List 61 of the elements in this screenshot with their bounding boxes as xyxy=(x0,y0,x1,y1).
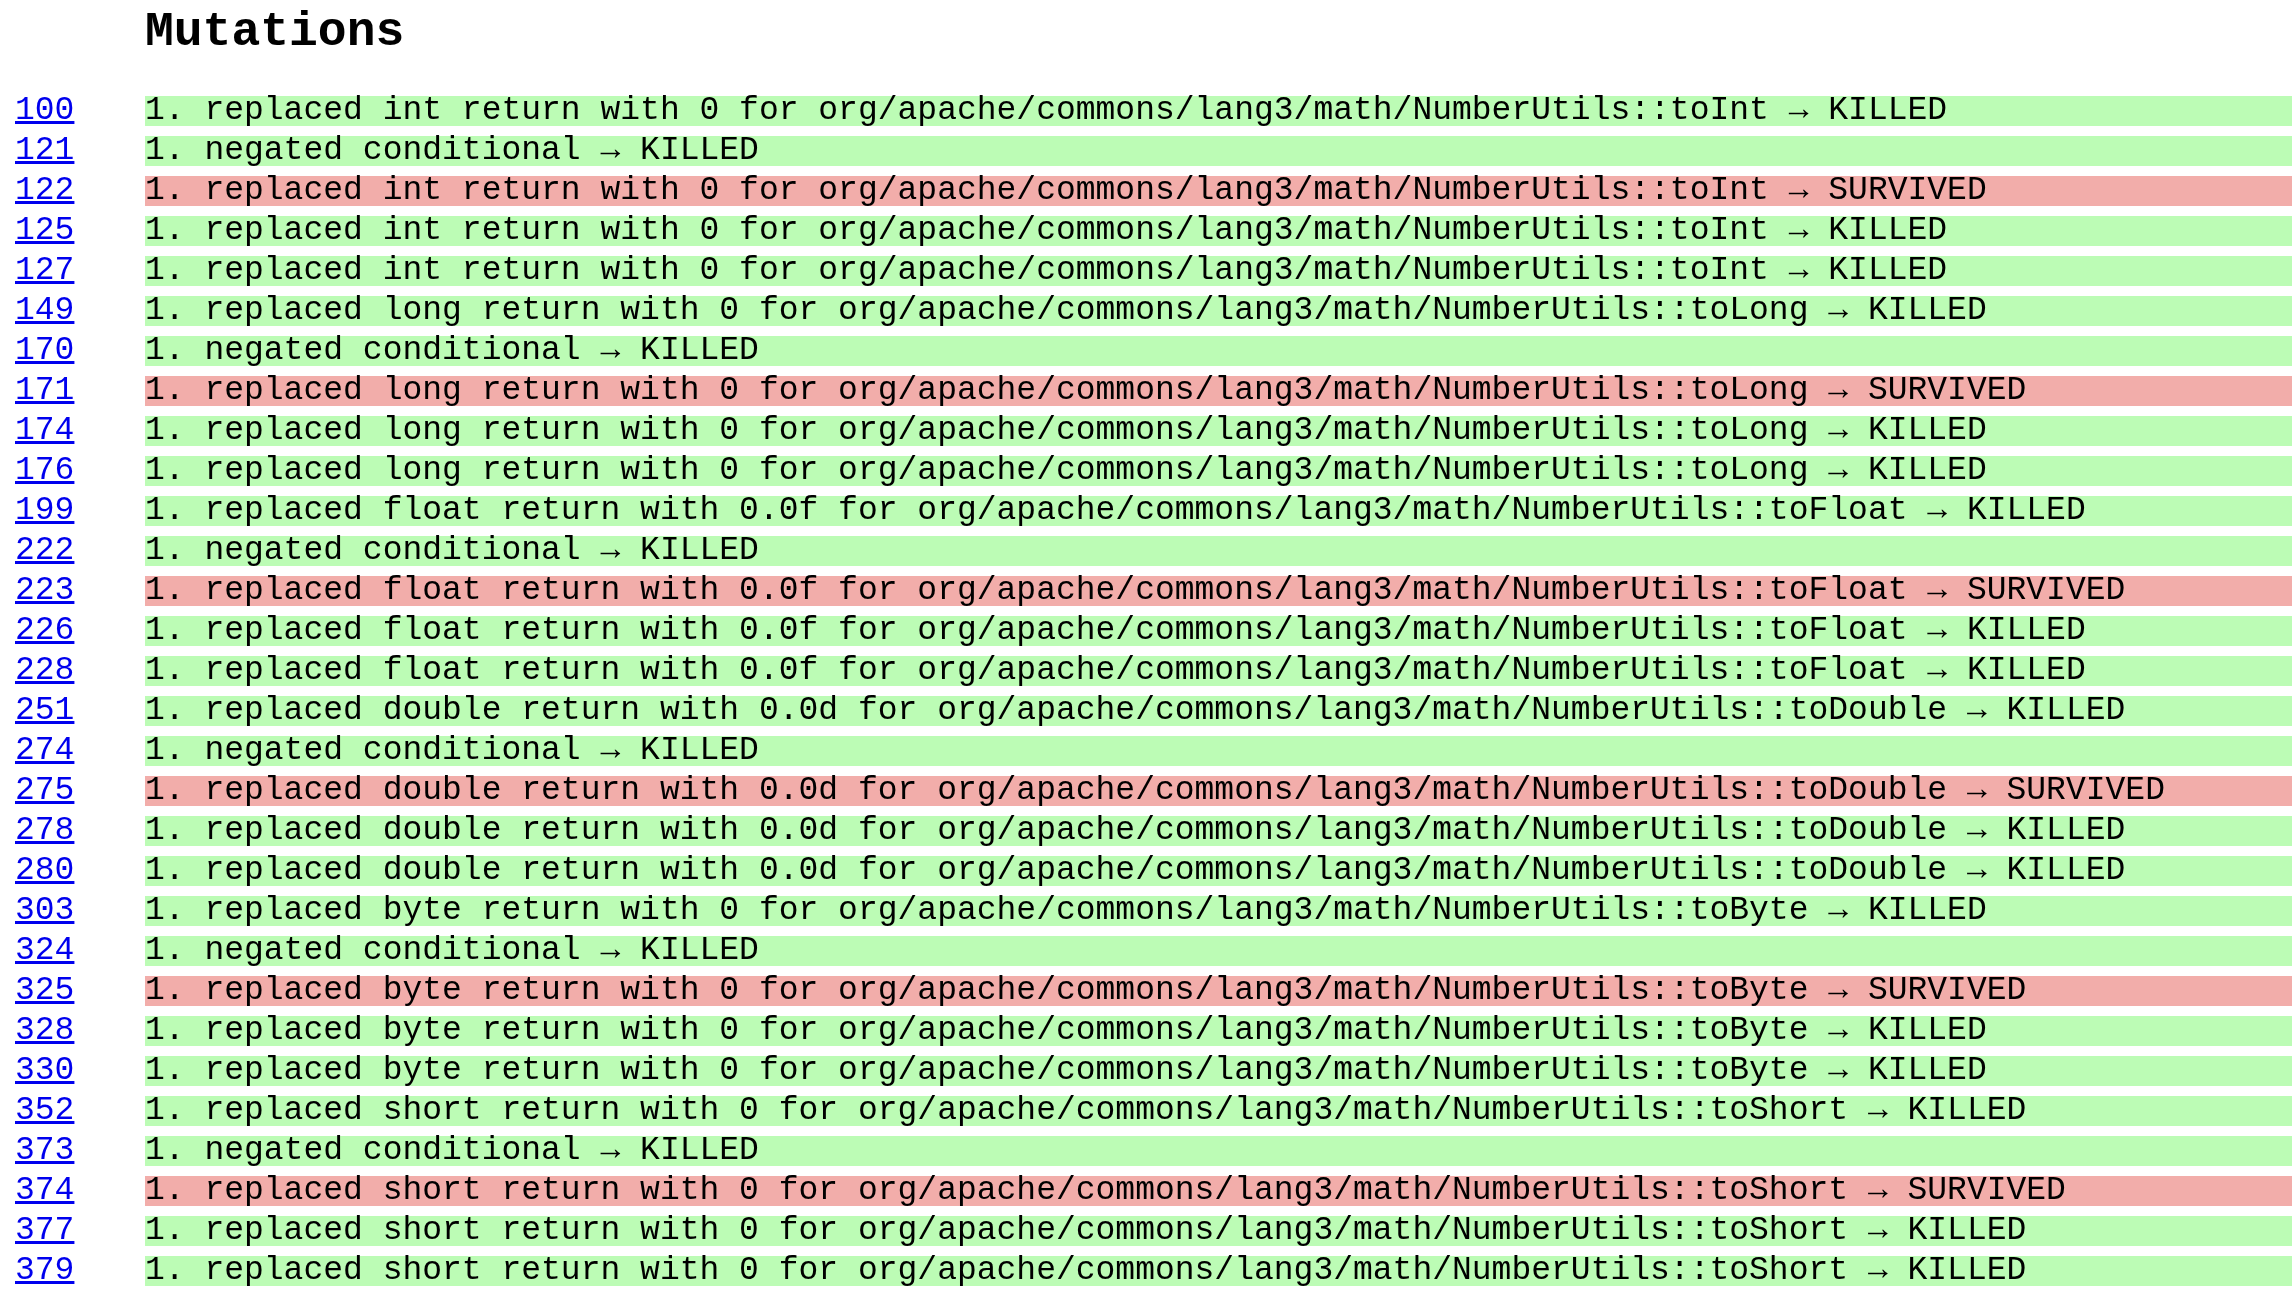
line-number-link[interactable]: 228 xyxy=(0,656,75,686)
mutation-result-row: 1. negated conditional → KILLED xyxy=(145,936,2292,966)
mutation-result-row: 1. replaced int return with 0 for org/apache/commons/lang3/math/NumberUtils::toInt → KILLED xyxy=(145,256,2292,286)
mutation-result-row: 1. replaced long return with 0 for org/apache/commons/lang3/math/NumberUtils::toLong → KILLED xyxy=(145,456,2292,486)
line-number-link[interactable]: 199 xyxy=(0,496,75,526)
section-heading: Mutations xyxy=(144,4,406,61)
line-number-link[interactable]: 170 xyxy=(0,336,75,366)
mutation-result-row: 1. negated conditional → KILLED xyxy=(145,736,2292,766)
line-number-link[interactable]: 280 xyxy=(0,856,75,886)
line-number-link[interactable]: 377 xyxy=(0,1216,75,1246)
mutation-result-row: 1. replaced short return with 0 for org/apache/commons/lang3/math/NumberUtils::toShort → SURVIVED xyxy=(145,1176,2292,1206)
mutation-result-row: 1. replaced byte return with 0 for org/apache/commons/lang3/math/NumberUtils::toByte → KILLED xyxy=(145,896,2292,926)
mutation-result-row: 1. replaced short return with 0 for org/apache/commons/lang3/math/NumberUtils::toShort → KILLED xyxy=(145,1216,2292,1246)
mutation-result-row: 1. replaced double return with 0.0d for org/apache/commons/lang3/math/NumberUtils::toDouble → KILLED xyxy=(145,696,2292,726)
mutation-result-row: 1. negated conditional → KILLED xyxy=(145,336,2292,366)
mutation-result-row: 1. replaced int return with 0 for org/apache/commons/lang3/math/NumberUtils::toInt → SURVIVED xyxy=(145,176,2292,206)
line-number-link[interactable]: 275 xyxy=(0,776,75,806)
line-number-link[interactable]: 149 xyxy=(0,296,75,326)
mutation-result-row: 1. negated conditional → KILLED xyxy=(145,136,2292,166)
mutation-result-row: 1. replaced long return with 0 for org/apache/commons/lang3/math/NumberUtils::toLong → KILLED xyxy=(145,296,2292,326)
line-number-link[interactable]: 324 xyxy=(0,936,75,966)
mutation-result-row: 1. replaced short return with 0 for org/apache/commons/lang3/math/NumberUtils::toShort → KILLED xyxy=(145,1256,2292,1286)
mutation-result-row: 1. replaced double return with 0.0d for org/apache/commons/lang3/math/NumberUtils::toDouble → KILLED xyxy=(145,816,2292,846)
line-number-link[interactable]: 121 xyxy=(0,136,75,166)
mutation-result-row: 1. negated conditional → KILLED xyxy=(145,536,2292,566)
mutation-result-row: 1. replaced double return with 0.0d for org/apache/commons/lang3/math/NumberUtils::toDouble → KILLED xyxy=(145,856,2292,886)
line-number-link[interactable]: 122 xyxy=(0,176,75,206)
line-number-link[interactable]: 379 xyxy=(0,1256,75,1286)
line-number-link[interactable]: 274 xyxy=(0,736,75,766)
mutation-result-row: 1. replaced int return with 0 for org/apache/commons/lang3/math/NumberUtils::toInt → KILLED xyxy=(145,216,2292,246)
mutation-result-row: 1. replaced float return with 0.0f for org/apache/commons/lang3/math/NumberUtils::toFloat → KILLED xyxy=(145,616,2292,646)
mutation-result-row: 1. replaced long return with 0 for org/apache/commons/lang3/math/NumberUtils::toLong → SURVIVED xyxy=(145,376,2292,406)
mutation-result-row: 1. replaced byte return with 0 for org/apache/commons/lang3/math/NumberUtils::toByte → KILLED xyxy=(145,1056,2292,1086)
mutation-result-row: 1. replaced double return with 0.0d for org/apache/commons/lang3/math/NumberUtils::toDouble → SURVIVED xyxy=(145,776,2292,806)
mutation-result-row: 1. negated conditional → KILLED xyxy=(145,1136,2292,1166)
line-number-link[interactable]: 325 xyxy=(0,976,75,1006)
line-number-link[interactable]: 328 xyxy=(0,1016,75,1046)
mutation-result-row: 1. replaced float return with 0.0f for org/apache/commons/lang3/math/NumberUtils::toFloat → KILLED xyxy=(145,656,2292,686)
line-number-link[interactable]: 125 xyxy=(0,216,75,246)
line-number-link[interactable]: 171 xyxy=(0,376,75,406)
line-number-link[interactable]: 100 xyxy=(0,96,75,126)
line-number-link[interactable]: 174 xyxy=(0,416,75,446)
line-number-link[interactable]: 352 xyxy=(0,1096,75,1126)
line-number-link[interactable]: 251 xyxy=(0,696,75,726)
line-number-link[interactable]: 176 xyxy=(0,456,75,486)
mutation-result-row: 1. replaced byte return with 0 for org/apache/commons/lang3/math/NumberUtils::toByte → KILLED xyxy=(145,1016,2292,1046)
mutation-result-row: 1. replaced int return with 0 for org/apache/commons/lang3/math/NumberUtils::toInt → KILLED xyxy=(145,96,2292,126)
line-number-link[interactable]: 226 xyxy=(0,616,75,646)
line-number-link[interactable]: 222 xyxy=(0,536,75,566)
line-number-link[interactable]: 373 xyxy=(0,1136,75,1166)
mutation-result-row: 1. replaced byte return with 0 for org/apache/commons/lang3/math/NumberUtils::toByte → SURVIVED xyxy=(145,976,2292,1006)
line-number-link[interactable]: 127 xyxy=(0,256,75,286)
mutation-result-row: 1. replaced float return with 0.0f for org/apache/commons/lang3/math/NumberUtils::toFloat → SURVIVED xyxy=(145,576,2292,606)
mutation-result-row: 1. replaced float return with 0.0f for org/apache/commons/lang3/math/NumberUtils::toFloat → KILLED xyxy=(145,496,2292,526)
line-number-link[interactable]: 303 xyxy=(0,896,75,926)
line-number-link[interactable]: 223 xyxy=(0,576,75,606)
line-number-link[interactable]: 330 xyxy=(0,1056,75,1086)
mutation-result-row: 1. replaced long return with 0 for org/apache/commons/lang3/math/NumberUtils::toLong → KILLED xyxy=(145,416,2292,446)
line-number-link[interactable]: 374 xyxy=(0,1176,75,1206)
line-number-link[interactable]: 278 xyxy=(0,816,75,846)
mutation-result-row: 1. replaced short return with 0 for org/apache/commons/lang3/math/NumberUtils::toShort → KILLED xyxy=(145,1096,2292,1126)
